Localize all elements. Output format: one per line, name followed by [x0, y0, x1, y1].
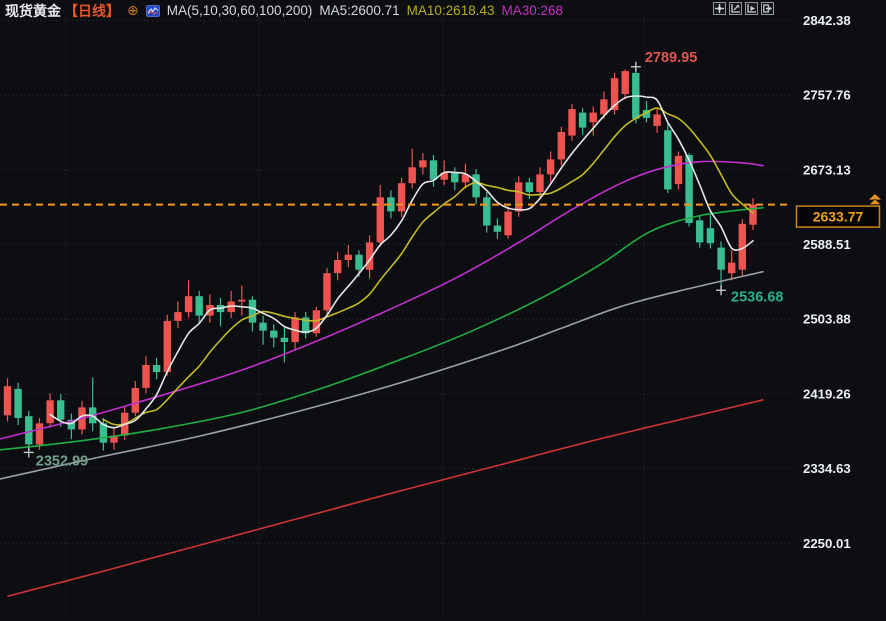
candle-body: [515, 182, 523, 212]
axis-tick-label: 2757.76: [803, 88, 851, 103]
candle-body: [621, 71, 629, 94]
candle-body: [525, 182, 533, 192]
axis-tick-label: 2334.63: [803, 461, 851, 476]
candle-body: [25, 416, 33, 445]
candle-body: [706, 228, 715, 244]
pane-expand-button[interactable]: [761, 2, 774, 15]
candle-body: [546, 159, 555, 175]
candle-body: [408, 167, 416, 184]
candle-body: [728, 262, 736, 274]
candle-body: [504, 211, 512, 236]
candle-body: [259, 322, 267, 331]
axis-scale-right-button[interactable]: [745, 2, 758, 15]
candle-body: [163, 320, 171, 373]
crosshair-tool-button[interactable]: [713, 2, 726, 15]
candle-body: [142, 365, 150, 388]
period-label[interactable]: 【日线】: [64, 1, 120, 21]
candle-body: [429, 160, 438, 180]
axis-scale-left-button[interactable]: [729, 2, 742, 15]
candle-body: [152, 365, 161, 373]
current-price-value: 2633.77: [813, 209, 864, 225]
axis-tick-label: 2250.01: [803, 536, 851, 551]
candle-body: [280, 337, 289, 343]
candle-body: [3, 386, 12, 416]
candle-body: [568, 109, 576, 136]
ma-settings-label[interactable]: MA(5,10,30,60,100,200): [167, 3, 313, 18]
candle-body: [355, 254, 363, 270]
axis-tick-label: 2588.51: [803, 237, 851, 252]
axis-tick-label: 2503.88: [803, 312, 851, 327]
candle-body: [57, 400, 65, 420]
chart-header: 现货黄金 【日线】 ⊕ MA(5,10,30,60,100,200) MA5:2…: [5, 2, 563, 19]
candle-body: [419, 160, 427, 168]
candle-body: [184, 296, 193, 313]
axis-tick-label: 2842.38: [803, 13, 851, 28]
candle-body: [451, 172, 459, 183]
candle-body: [46, 400, 54, 424]
candle-body: [344, 254, 352, 260]
axis-tick-label: 2419.26: [803, 386, 851, 401]
candle-body: [578, 112, 587, 128]
candle-body: [536, 174, 544, 193]
high-price-label: 2789.95: [645, 50, 697, 66]
chart-window: 2789.95 2352.99 2536.68 2842.38 2757.76 2673.…: [0, 0, 886, 621]
candle-body: [653, 114, 661, 126]
candle-body: [717, 247, 725, 270]
candle-body: [195, 296, 203, 316]
right-low-price-label: 2536.68: [731, 289, 783, 305]
candle-body: [696, 220, 704, 243]
candle-body: [270, 330, 278, 338]
candle-body: [749, 204, 757, 225]
candle-body: [557, 132, 565, 160]
candle-body: [483, 197, 491, 226]
candle-body: [493, 225, 502, 232]
candle-body: [14, 388, 22, 418]
candle-body: [674, 155, 683, 185]
candle-body: [238, 299, 246, 302]
candlestick-chart-canvas[interactable]: 2789.95 2352.99 2536.68 2842.38 2757.76 2673.…: [0, 0, 886, 621]
candle-body: [131, 388, 139, 413]
candle-body: [397, 183, 406, 212]
candle-body: [35, 423, 44, 445]
symbol-name: 现货黄金: [5, 2, 61, 19]
plus-circle-icon[interactable]: ⊕: [127, 3, 139, 17]
ma10-value-label: MA10:2618.43: [406, 3, 495, 18]
axis-tick-label: 2673.13: [803, 162, 851, 177]
candle-body: [664, 130, 672, 190]
candle-body: [589, 112, 597, 123]
candle-body: [334, 260, 342, 274]
candle-body: [323, 273, 331, 311]
chart-toolbar: [713, 2, 774, 15]
ma30-value-label: MA30:268: [501, 3, 564, 18]
candle-body: [600, 99, 608, 115]
ma5-value-label: MA5:2600.71: [319, 3, 400, 18]
candle-body: [174, 312, 182, 321]
candle-body: [472, 174, 480, 198]
chart-type-icon[interactable]: [145, 4, 160, 17]
candle-body: [248, 299, 257, 323]
left-low-price-label: 2352.99: [36, 453, 88, 469]
